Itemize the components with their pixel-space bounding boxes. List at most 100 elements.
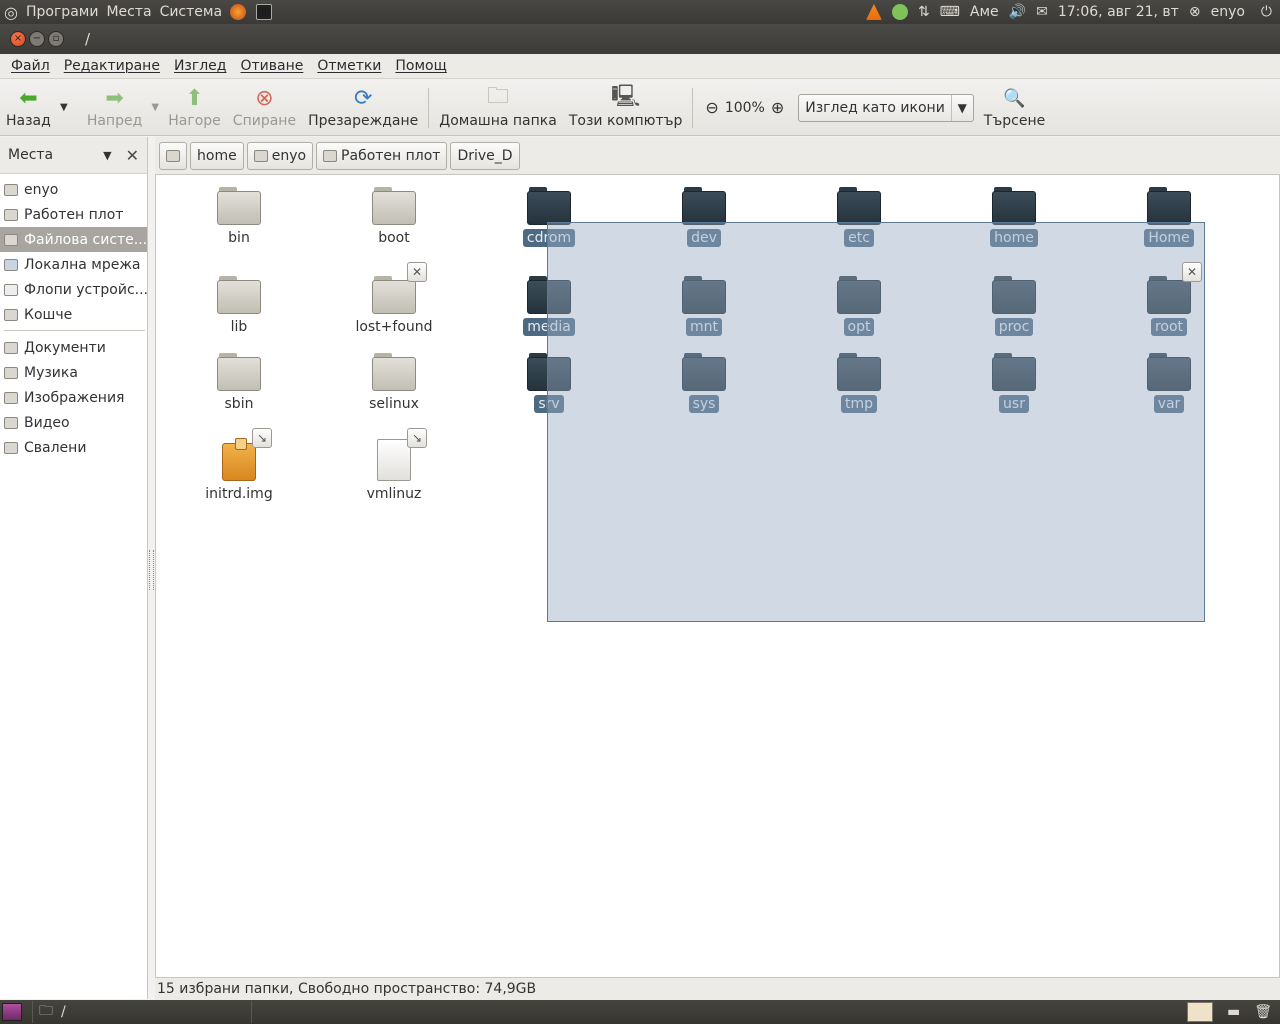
system-menu[interactable]: Система (156, 4, 226, 20)
desktop-folder-icon (4, 208, 18, 221)
breadcrumb-root[interactable] (159, 141, 187, 170)
close-window-button[interactable]: × (10, 31, 26, 47)
home-folder-icon (4, 183, 18, 196)
view-mode-select[interactable]: Изглед като икони ▼ (798, 93, 974, 122)
forward-history-dropdown[interactable]: ▼ (148, 79, 162, 136)
taskbar-window-button[interactable]: 🗀 / (32, 1001, 252, 1023)
folder-icon (372, 187, 416, 225)
show-desktop-icon[interactable] (2, 1003, 22, 1021)
chevron-down-icon[interactable]: ▼ (103, 149, 111, 162)
breadcrumb-desktop[interactable]: Работен плот (316, 141, 448, 170)
file-item[interactable]: sbin (179, 353, 299, 413)
places-menu[interactable]: Места (102, 4, 155, 20)
folder-icon (682, 187, 726, 225)
terminal-icon[interactable] (256, 4, 273, 20)
toolbar-separator (692, 88, 694, 128)
reload-button[interactable]: ⟳ Презареждане (302, 79, 424, 136)
stop-button[interactable]: ⊗ Спиране (227, 79, 302, 136)
network-icon (4, 258, 18, 271)
symlink-emblem-icon: ↘ (407, 428, 427, 448)
menu-go[interactable]: Отиване (233, 58, 310, 74)
zoom-out-icon[interactable]: ⊖ (705, 98, 718, 117)
firefox-icon[interactable] (230, 4, 247, 20)
menu-file[interactable]: Файл (4, 58, 57, 74)
menu-bookmarks[interactable]: Отметки (310, 58, 388, 74)
messenger-icon[interactable] (891, 4, 908, 20)
menu-edit[interactable]: Редактиране (57, 58, 167, 74)
trash-icon[interactable]: 🗑 (1254, 1004, 1272, 1020)
file-item[interactable]: selinux (334, 353, 454, 413)
power-icon[interactable]: ⏻ (1261, 4, 1272, 20)
workspace-switcher-icon[interactable] (1186, 1002, 1213, 1022)
zoom-in-icon[interactable]: ⊕ (771, 98, 784, 117)
user-status-icon[interactable]: ⊗ (1189, 4, 1201, 20)
sidebar-item-label: Музика (24, 364, 78, 381)
window-titlebar[interactable]: × − ▫ / (0, 24, 1280, 54)
breadcrumb-home[interactable]: home (190, 141, 244, 170)
breadcrumb-enyo[interactable]: enyo (246, 141, 314, 170)
minimize-window-button[interactable]: − (29, 31, 45, 47)
maximize-window-button[interactable]: ▫ (48, 31, 64, 47)
sidebar-item-pictures[interactable]: Изображения (0, 385, 147, 410)
menu-view[interactable]: Изглед (167, 58, 234, 74)
keyboard-icon[interactable]: ⌨ (940, 4, 960, 20)
file-item[interactable]: bin (179, 187, 299, 247)
sidebar-item-trash[interactable]: Кошче (0, 302, 147, 327)
sidebar-item-desktop[interactable]: Работен плот (0, 202, 147, 227)
search-label: Търсене (983, 113, 1046, 129)
sidebar-header[interactable]: Места ▼ ✕ (0, 137, 147, 174)
unreadable-emblem-icon: ✕ (407, 262, 427, 282)
file-name: initrd.img (205, 486, 273, 502)
minimize-all-icon[interactable]: ▬ (1227, 1004, 1240, 1020)
forward-button[interactable]: ➡ Напред (81, 79, 148, 136)
window-title: / (85, 30, 91, 48)
view-mode-value: Изглед като икони (805, 99, 945, 116)
user-name[interactable]: enyo (1211, 4, 1245, 20)
menu-help[interactable]: Помощ (388, 58, 453, 74)
sidebar-item-home[interactable]: enyo (0, 177, 147, 202)
sidebar-item-label: Файлова систе... (24, 231, 147, 248)
home-folder-icon: 🗀 (487, 84, 510, 109)
up-arrow-icon: ⬆ (185, 85, 204, 111)
sidebar-item-network[interactable]: Локална мрежа (0, 252, 147, 277)
keyboard-layout[interactable]: Аме (970, 4, 999, 20)
sidebar-resize-handle[interactable] (149, 550, 154, 590)
file-item[interactable]: boot (334, 187, 454, 247)
file-view[interactable]: bin boot lib lost+found ✕ sbin selinux i… (155, 174, 1280, 978)
sidebar-item-documents[interactable]: Документи (0, 335, 147, 360)
rubberband-selection (547, 222, 1205, 622)
file-name: vmlinuz (366, 486, 422, 502)
file-item[interactable]: lost+found (334, 276, 454, 336)
sidebar-item-videos[interactable]: Видео (0, 410, 147, 435)
volume-icon[interactable]: 🔊 (1009, 4, 1026, 20)
zoom-level: 100% (724, 99, 765, 116)
sidebar-item-label: enyo (24, 181, 59, 198)
file-item[interactable]: initrd.img (179, 438, 299, 503)
sidebar-item-label: Свалени (24, 439, 87, 456)
search-button[interactable]: 🔍 Търсене (978, 79, 1051, 136)
back-history-dropdown[interactable]: ▼ (57, 79, 71, 136)
network-icon[interactable]: ⇅ (918, 4, 930, 20)
folder-icon (992, 187, 1036, 225)
back-button[interactable]: ⬅ Назад (0, 79, 57, 136)
sidebar-item-music[interactable]: Музика (0, 360, 147, 385)
desktop-folder-icon (323, 149, 338, 162)
applications-menu[interactable]: Програми (22, 4, 102, 20)
breadcrumb-drive-d[interactable]: Drive_D (450, 141, 520, 170)
symlink-emblem-icon: ↘ (252, 428, 272, 448)
vlc-icon[interactable] (865, 4, 882, 20)
sidebar-item-floppy[interactable]: Флопи устройс... (0, 277, 147, 302)
ubuntu-logo-icon[interactable]: ◎ (4, 3, 18, 22)
search-icon: 🔍 (1003, 87, 1026, 109)
computer-button[interactable]: 🖳 Този компютър (563, 79, 689, 136)
sidebar-item-filesystem[interactable]: Файлова систе... (0, 227, 147, 252)
mail-icon[interactable]: ✉ (1036, 4, 1048, 20)
clock[interactable]: 17:06, авг 21, вт (1058, 4, 1179, 20)
file-item[interactable]: vmlinuz (334, 439, 454, 503)
sidebar-item-label: Работен плот (24, 206, 124, 223)
file-item[interactable]: lib (179, 276, 299, 336)
close-sidebar-icon[interactable]: ✕ (126, 146, 139, 165)
home-folder-button[interactable]: 🗀 Домашна папка (433, 79, 563, 136)
up-button[interactable]: ⬆ Нагоре (162, 79, 227, 136)
sidebar-item-downloads[interactable]: Свалени (0, 435, 147, 460)
